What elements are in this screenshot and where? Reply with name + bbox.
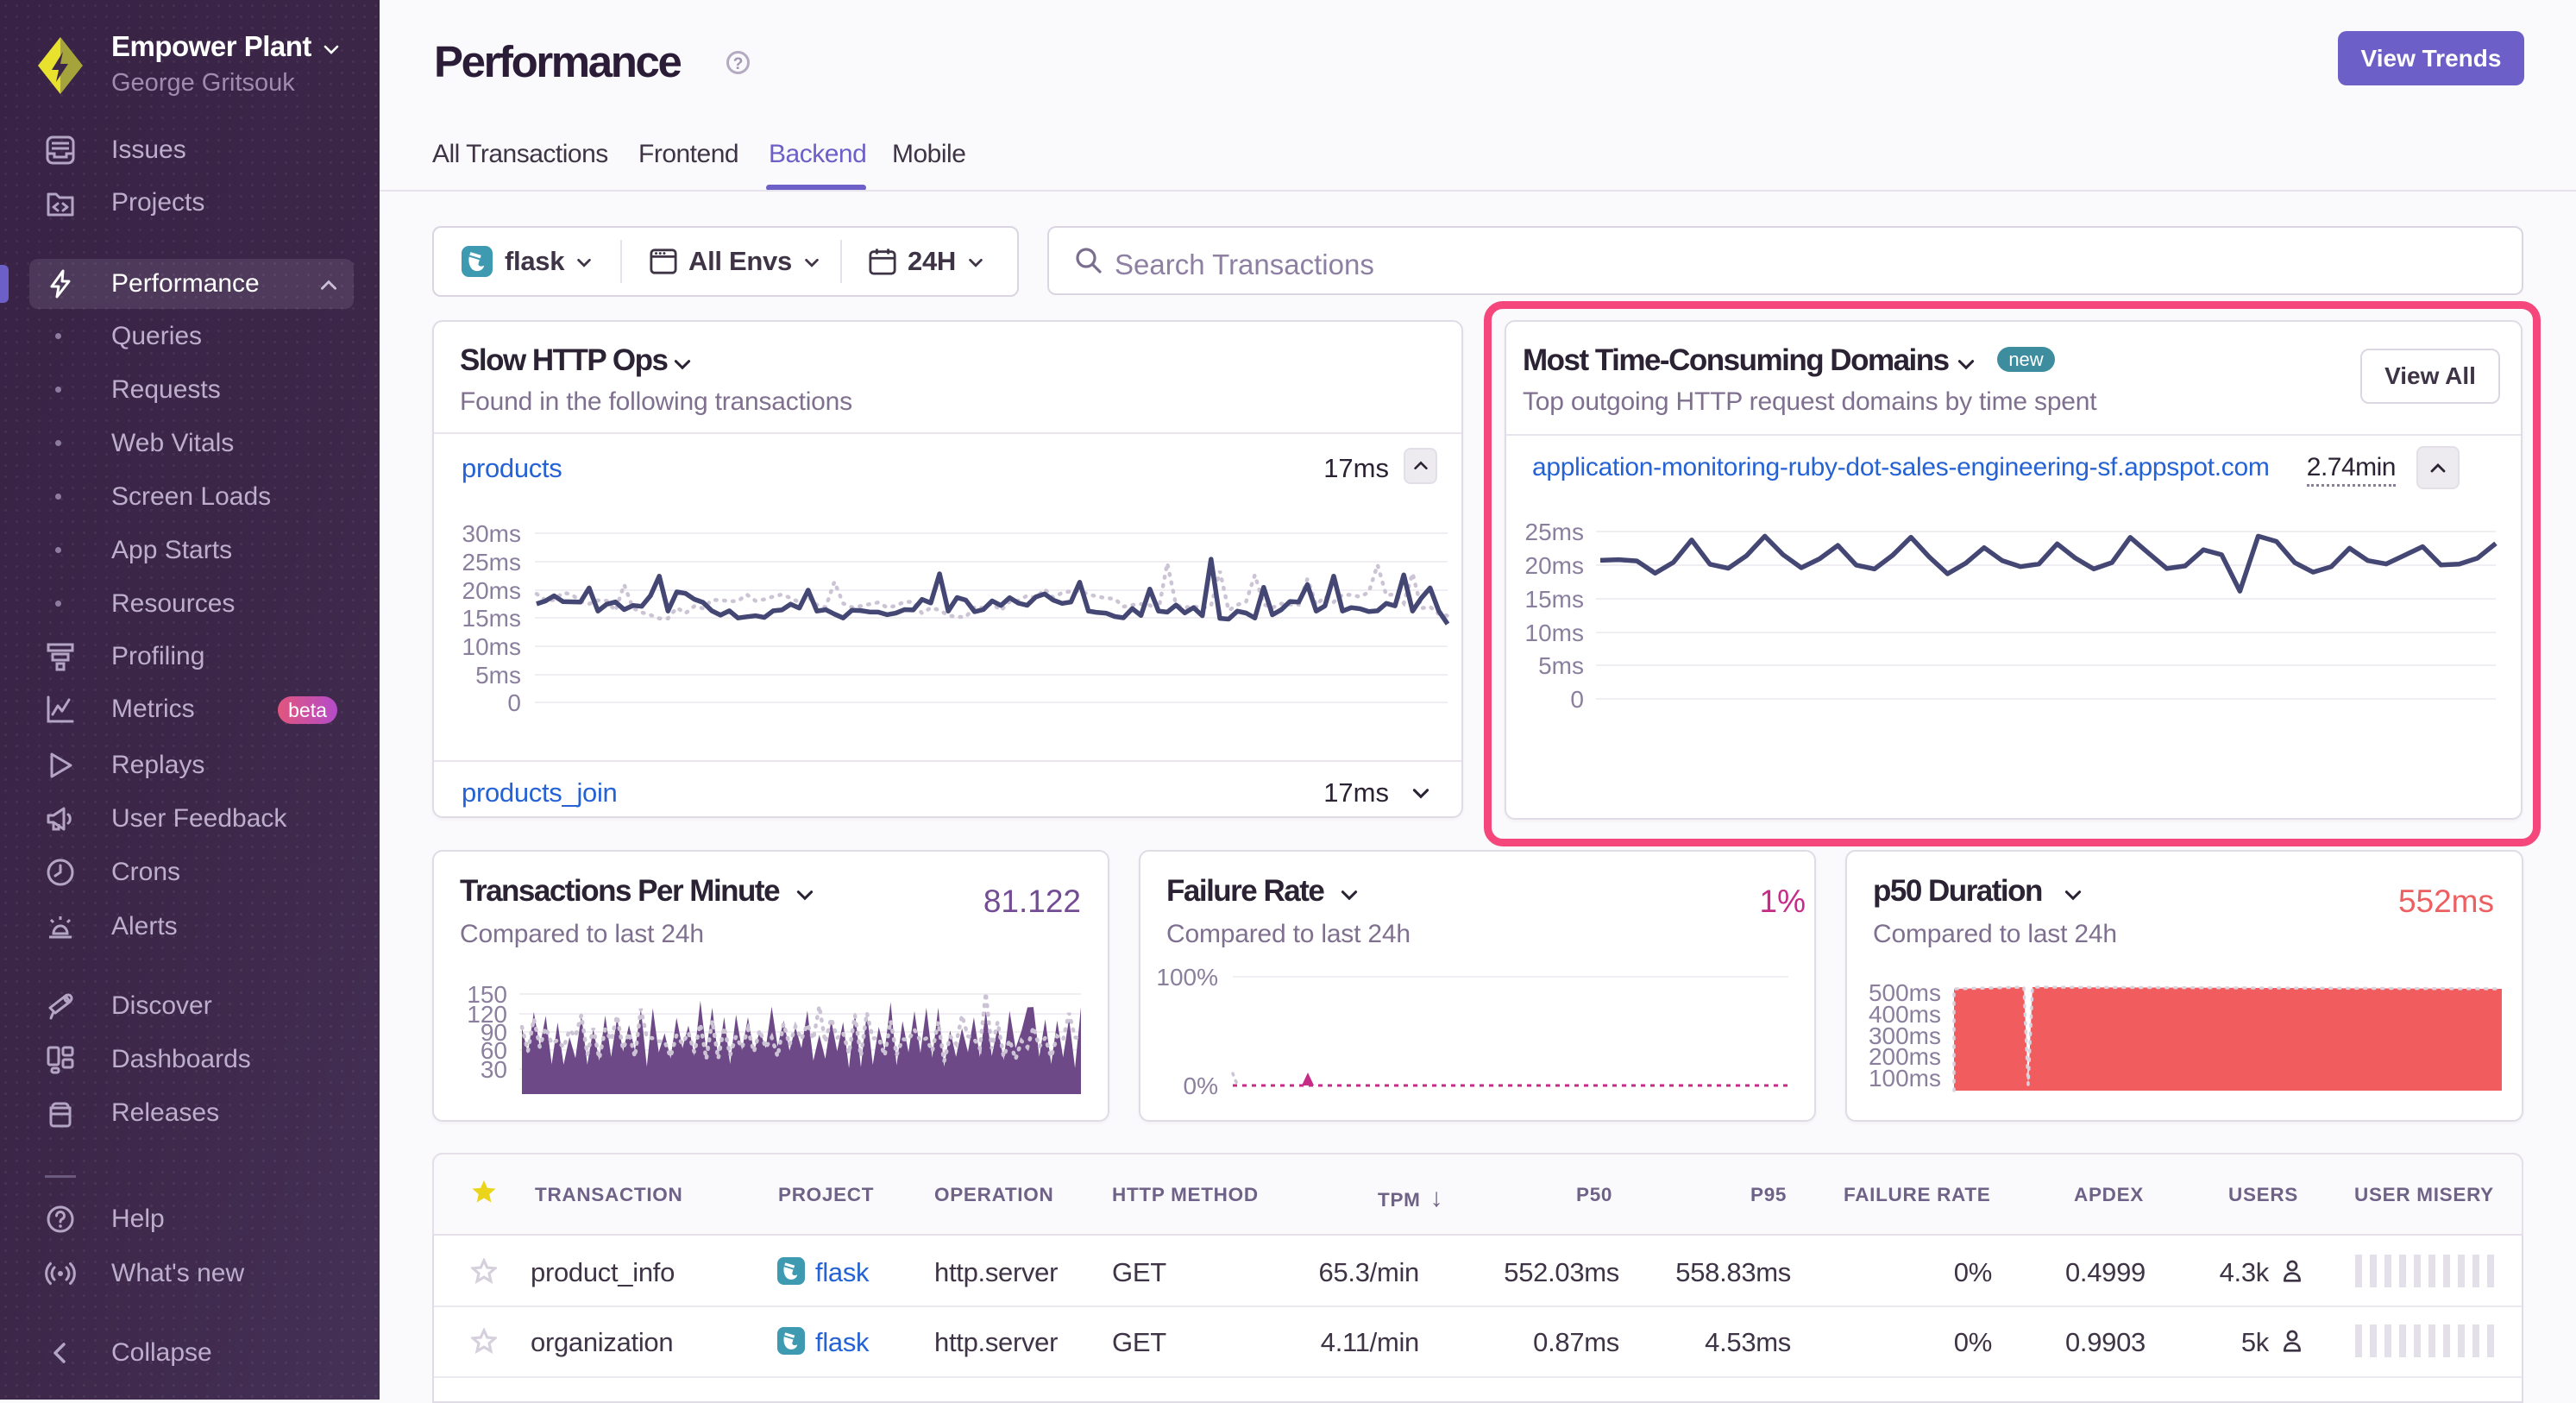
svg-text:20ms: 20ms <box>1525 552 1584 579</box>
svg-text:100%: 100% <box>1156 964 1218 991</box>
svg-text:20ms: 20ms <box>462 577 521 604</box>
svg-text:30: 30 <box>481 1056 507 1083</box>
svg-text:25ms: 25ms <box>1525 519 1584 545</box>
svg-text:0: 0 <box>507 689 521 716</box>
svg-text:0: 0 <box>1570 686 1584 713</box>
svg-text:15ms: 15ms <box>462 605 521 632</box>
svg-text:10ms: 10ms <box>462 633 521 660</box>
svg-text:100ms: 100ms <box>1869 1065 1941 1092</box>
svg-text:0%: 0% <box>1184 1073 1218 1099</box>
svg-text:30ms: 30ms <box>462 520 521 547</box>
svg-text:15ms: 15ms <box>1525 586 1584 613</box>
svg-text:5ms: 5ms <box>1538 652 1584 679</box>
svg-text:5ms: 5ms <box>475 662 521 689</box>
svg-text:10ms: 10ms <box>1525 620 1584 646</box>
svg-text:25ms: 25ms <box>462 549 521 576</box>
